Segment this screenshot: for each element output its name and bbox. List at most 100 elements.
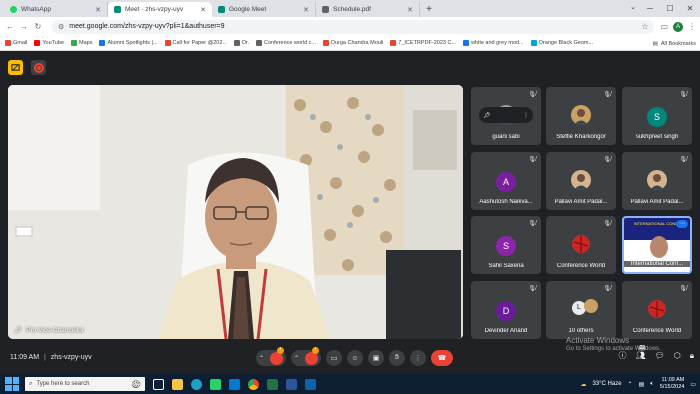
bookmark-item[interactable]: Gmail [5, 40, 27, 46]
participant-tile[interactable]: 🎙︎̸ Conference World [546, 216, 616, 274]
captions-button[interactable]: ▭ [326, 350, 342, 366]
chevron-up-icon[interactable]: ⌃ [294, 355, 299, 362]
tab-search-icon[interactable]: ⌄ [630, 3, 636, 11]
recording-icon[interactable] [31, 60, 46, 75]
bookmark-favicon-icon [463, 40, 470, 46]
back-icon[interactable]: ← [4, 22, 16, 31]
mail-icon[interactable] [305, 378, 316, 390]
participant-tile[interactable]: L 🎙︎̸ 10 others [546, 281, 616, 339]
bookmark-favicon-icon [234, 40, 240, 46]
participant-name: Pallavi Amit Padal... [630, 199, 684, 205]
participant-name: Conference World [632, 328, 682, 334]
participant-tile[interactable]: INTERNATIONAL CONFE ⋯ International Conf..… [622, 216, 692, 274]
mic-muted-icon: 🎙︎̸ [603, 286, 611, 292]
all-bookmarks-button[interactable]: ▤ All Bookmarks [648, 36, 696, 50]
participant-tile[interactable]: S 🎙︎̸ Sahil Saxena [471, 216, 541, 274]
tab-google-meet[interactable]: Google Meet ✕ [212, 2, 316, 17]
clock-date: 5/15/2024 [659, 384, 685, 390]
bookmark-item[interactable]: Dr. [234, 40, 249, 46]
participant-tile[interactable]: D 🎙︎̸ Devinder Anand [471, 281, 541, 339]
captions-icon: ▭ [330, 355, 338, 362]
reload-icon[interactable]: ↻ [32, 22, 44, 31]
taskbar-clock[interactable]: 11:09 AM 5/15/2024 [660, 377, 684, 391]
browser-toolbar: ← → ↻ ⚙ meet.google.com/zhs-vzpy-uyv?pli… [0, 17, 700, 36]
new-tab-button[interactable]: + [422, 3, 436, 17]
mic-muted-icon: 🎙︎̸ [679, 92, 687, 98]
bookmark-label: Gmail [13, 40, 28, 46]
meeting-info-icon[interactable] [8, 60, 23, 75]
bookmark-item[interactable]: Conference world c... [256, 40, 316, 46]
site-info-icon[interactable]: ⚙ [58, 23, 64, 31]
bookmark-item[interactable]: Maps [71, 40, 92, 46]
participant-tile[interactable]: 🎙︎̸ Steffie Kharkongor [546, 87, 616, 145]
tab-meet[interactable]: Meet - zhs-vzpy-uyv ✕ [108, 2, 212, 17]
leave-call-button[interactable]: ☎︎ [431, 350, 453, 366]
menu-kebab-icon[interactable]: ⋮ [688, 22, 696, 31]
task-view-icon[interactable] [153, 378, 164, 390]
participant-tile[interactable]: A 🎙︎̸ Aashutosh Naikva... [471, 152, 541, 210]
maximize-icon[interactable]: ☐ [660, 0, 680, 17]
tray-overflow-icon[interactable]: ⌃ [628, 381, 633, 388]
camera-toggle[interactable]: ⌃ ! [291, 347, 321, 366]
all-bookmarks-label: All Bookmarks [660, 40, 696, 47]
edge-icon[interactable] [191, 378, 202, 390]
bookmark-favicon-icon [99, 40, 106, 46]
chrome-icon[interactable] [248, 378, 259, 390]
file-explorer-icon[interactable] [172, 378, 183, 390]
raise-hand-button[interactable]: ✋︎ [389, 350, 405, 366]
bookmark-item[interactable]: white and grey mod... [463, 40, 524, 46]
screen: WhatsApp ✕ Meet - zhs-vzpy-uyv ✕ Google … [0, 0, 700, 394]
profile-avatar[interactable]: A [673, 21, 683, 32]
meeting-code: zhs-vzpy-uyv [50, 354, 92, 361]
reactions-button[interactable]: ☺ [347, 350, 363, 366]
close-tab-icon[interactable]: ✕ [303, 6, 309, 14]
sidebar-icon[interactable]: ▭ [660, 22, 668, 31]
notifications-icon[interactable]: ▭ [690, 381, 696, 388]
minimize-icon[interactable]: ─ [640, 0, 660, 17]
bookmark-star-icon[interactable]: ☆ [641, 22, 648, 31]
more-vert-icon[interactable]: ⋮ [523, 112, 529, 119]
weather-text[interactable]: 33°C Haze [592, 381, 621, 387]
bookmark-favicon-icon [5, 40, 11, 46]
close-tab-icon[interactable]: ✕ [407, 6, 413, 14]
more-options-button[interactable]: ⋮ [410, 350, 426, 366]
chevron-up-icon[interactable]: ⌃ [259, 355, 264, 362]
mic-muted-icon: 🎙︎̸ [528, 286, 536, 292]
participant-photo [571, 170, 591, 190]
store-icon[interactable] [229, 378, 240, 390]
activities-icon[interactable]: ⬡ [674, 351, 681, 360]
close-tab-icon[interactable]: ✕ [95, 6, 101, 14]
close-window-icon[interactable]: ✕ [680, 0, 700, 17]
address-bar[interactable]: ⚙ meet.google.com/zhs-vzpy-uyv?pli=1&aut… [52, 19, 655, 34]
bookmark-favicon-icon [390, 40, 397, 46]
bookmark-item[interactable]: Durga Chandra Mouli [323, 40, 383, 46]
bookmark-item[interactable]: Call for Paper @202... [164, 40, 227, 46]
network-icon[interactable]: ▤ [639, 381, 645, 388]
bookmark-item[interactable]: YouTube [34, 40, 64, 46]
bookmark-item[interactable]: 7_ICETRPDF-2023 C... [390, 40, 456, 46]
watermark-title: Activate Windows [566, 336, 630, 345]
participant-tile[interactable]: 🎙︎̸ Conference World [622, 281, 692, 339]
pin-icon[interactable]: 📌︎ [483, 112, 491, 119]
tab-whatsapp[interactable]: WhatsApp ✕ [4, 2, 108, 17]
present-screen-icon: ▣ [372, 355, 380, 362]
tile-more-options-icon[interactable]: ⋯ [676, 220, 688, 228]
participant-tile[interactable]: 🎙︎̸ Pallavi Amit Padal... [622, 152, 692, 210]
host-controls-icon[interactable]: 🔒︎ [690, 351, 694, 361]
windows-start-icon[interactable] [5, 377, 19, 391]
tab-schedule-pdf[interactable]: Schedule.pdf ✕ [316, 2, 420, 17]
taskbar-search[interactable]: ⌕ Type here to search 🍪︎ [25, 377, 145, 391]
bookmark-item[interactable]: Alumni Spotlights |... [99, 40, 158, 46]
microphone-toggle[interactable]: ⌃ ! [256, 347, 286, 366]
forward-icon[interactable]: → [18, 22, 30, 31]
word-icon[interactable] [286, 378, 297, 390]
participant-tile[interactable]: 🎙︎̸ Pallavi Amit Padal... [546, 152, 616, 210]
excel-icon[interactable] [267, 378, 278, 390]
whatsapp-app-icon[interactable] [210, 378, 221, 390]
volume-icon[interactable]: 🔈︎ [650, 381, 654, 388]
participant-tile[interactable]: S 🎙︎̸ sukhpreet singh [622, 87, 692, 145]
present-button[interactable]: ▣ [368, 350, 384, 366]
participant-tile[interactable]: 📌︎ ⋮ 🎙︎̸ guani sabi [471, 87, 541, 145]
close-tab-icon[interactable]: ✕ [200, 6, 206, 14]
bookmark-item[interactable]: Orange Black Geom... [530, 40, 593, 46]
